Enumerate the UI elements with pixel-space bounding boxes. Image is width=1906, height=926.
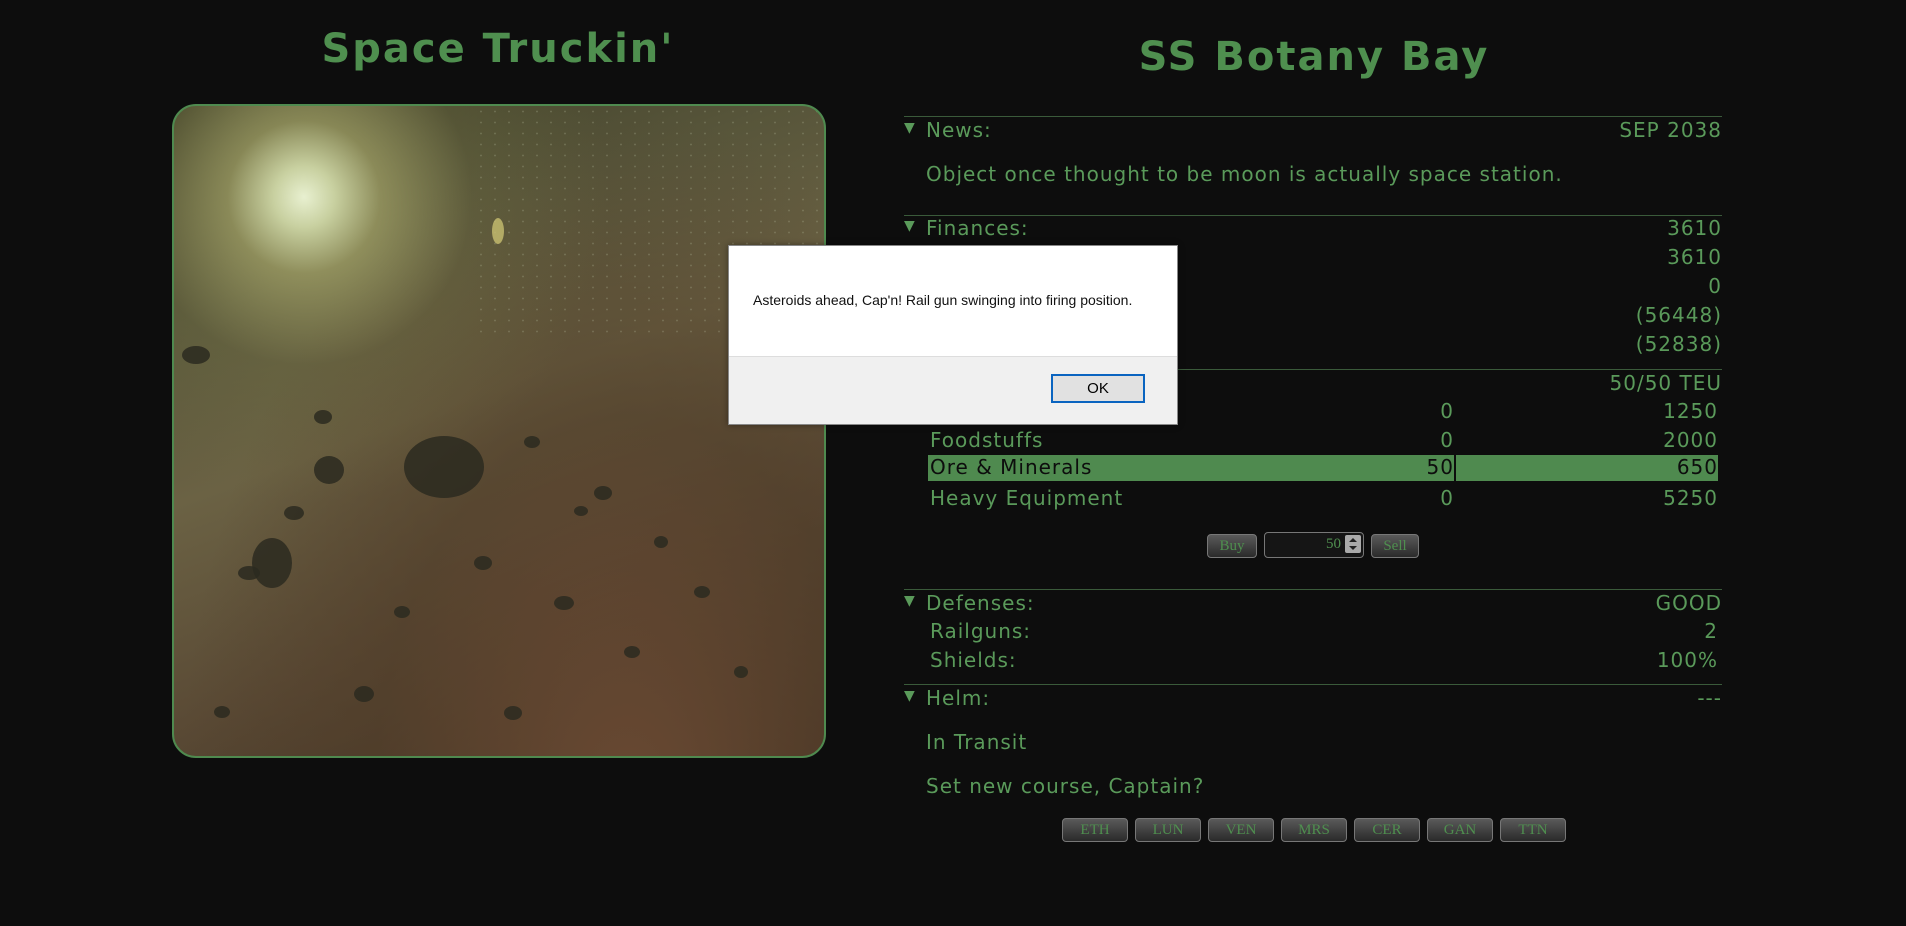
shields-value: 100% bbox=[1656, 648, 1718, 672]
space-scene-image bbox=[172, 104, 826, 758]
spinner-arrows-icon[interactable] bbox=[1345, 535, 1361, 553]
defenses-status: GOOD bbox=[1655, 591, 1722, 615]
news-label: News: bbox=[926, 118, 992, 142]
destination-button-ven[interactable]: VEN bbox=[1208, 818, 1274, 842]
ok-button[interactable]: OK bbox=[1051, 374, 1145, 403]
triangle-down-icon: ▼ bbox=[904, 218, 916, 234]
asteroid bbox=[474, 556, 492, 570]
divider bbox=[904, 589, 1722, 590]
destination-button-gan[interactable]: GAN bbox=[1427, 818, 1493, 842]
asteroid bbox=[624, 646, 640, 658]
destination-button-cer[interactable]: CER bbox=[1354, 818, 1420, 842]
destination-button-eth[interactable]: ETH bbox=[1062, 818, 1128, 842]
cargo-held: 0 bbox=[1440, 486, 1454, 510]
asteroid bbox=[504, 706, 522, 720]
helm-status: In Transit bbox=[926, 730, 1028, 754]
cargo-name: Heavy Equipment bbox=[930, 486, 1124, 510]
sell-button[interactable]: Sell bbox=[1371, 534, 1419, 558]
alert-message: Asteroids ahead, Cap'n! Rail gun swingin… bbox=[753, 292, 1133, 308]
helm-prompt: Set new course, Captain? bbox=[926, 774, 1205, 798]
divider bbox=[904, 116, 1722, 117]
finances-header[interactable]: ▼ Finances: 3610 bbox=[904, 216, 1722, 242]
cargo-row[interactable]: Foodstuffs 0 2000 bbox=[928, 428, 1718, 454]
triangle-down-icon: ▼ bbox=[904, 120, 916, 136]
quantity-stepper[interactable]: 50 bbox=[1264, 532, 1364, 558]
cargo-held: 0 bbox=[1440, 399, 1454, 423]
finance-value: (52838) bbox=[1635, 332, 1722, 356]
asteroid bbox=[354, 686, 374, 702]
asteroid bbox=[694, 586, 710, 598]
asteroid bbox=[524, 436, 540, 448]
cargo-row-selected[interactable]: Ore & Minerals 50 650 bbox=[928, 455, 1718, 481]
divider bbox=[904, 684, 1722, 685]
shields-label: Shields: bbox=[930, 648, 1017, 672]
railguns-row: Railguns: 2 bbox=[928, 619, 1718, 645]
asteroid bbox=[394, 606, 410, 618]
defenses-header[interactable]: ▼ Defenses: GOOD bbox=[904, 591, 1722, 617]
asteroid bbox=[574, 506, 588, 516]
cargo-price: 2000 bbox=[1663, 428, 1718, 452]
asteroid bbox=[252, 538, 292, 588]
news-header[interactable]: ▼ News: SEP 2038 bbox=[904, 118, 1722, 144]
shields-row: Shields: 100% bbox=[928, 648, 1718, 674]
asteroid bbox=[404, 436, 484, 498]
quantity-value: 50 bbox=[1326, 536, 1341, 552]
helm-label: Helm: bbox=[926, 686, 991, 710]
asteroid bbox=[284, 506, 304, 520]
finances-label: Finances: bbox=[926, 216, 1029, 240]
news-date: SEP 2038 bbox=[1619, 118, 1722, 142]
cargo-price: 1250 bbox=[1663, 399, 1718, 423]
asteroid bbox=[314, 410, 332, 424]
asteroid bbox=[182, 346, 210, 364]
asteroid bbox=[734, 666, 748, 678]
cargo-name: Foodstuffs bbox=[930, 428, 1044, 452]
cargo-row[interactable]: Heavy Equipment 0 5250 bbox=[928, 486, 1718, 512]
defenses-label: Defenses: bbox=[926, 591, 1035, 615]
railguns-label: Railguns: bbox=[930, 619, 1032, 643]
helm-value: --- bbox=[1697, 686, 1722, 710]
railguns-value: 2 bbox=[1704, 619, 1718, 643]
buy-button[interactable]: Buy bbox=[1207, 534, 1257, 558]
asteroid bbox=[238, 566, 260, 580]
finance-value: (56448) bbox=[1635, 303, 1722, 327]
cargo-price: 5250 bbox=[1663, 486, 1718, 510]
asteroid bbox=[314, 456, 344, 484]
asteroid bbox=[654, 536, 668, 548]
asteroid bbox=[214, 706, 230, 718]
alert-dialog: Asteroids ahead, Cap'n! Rail gun swingin… bbox=[728, 245, 1178, 425]
cargo-name: Ore & Minerals bbox=[928, 455, 1190, 481]
triangle-down-icon: ▼ bbox=[904, 593, 916, 609]
ship-name: SS Botany Bay bbox=[1138, 34, 1490, 80]
cargo-capacity: 50/50 TEU bbox=[1609, 371, 1722, 395]
cargo-held: 50 bbox=[1190, 455, 1454, 481]
cargo-held: 0 bbox=[1440, 428, 1454, 452]
news-headline: Object once thought to be moon is actual… bbox=[926, 162, 1563, 186]
finances-total: 3610 bbox=[1667, 216, 1722, 240]
triangle-down-icon: ▼ bbox=[904, 688, 916, 704]
asteroid bbox=[554, 596, 574, 610]
finance-value: 0 bbox=[1708, 274, 1722, 298]
destination-button-mrs[interactable]: MRS bbox=[1281, 818, 1347, 842]
finance-value: 3610 bbox=[1667, 245, 1722, 269]
helm-header[interactable]: ▼ Helm: --- bbox=[904, 686, 1722, 712]
cargo-price: 650 bbox=[1456, 455, 1718, 481]
asteroid bbox=[594, 486, 612, 500]
moon bbox=[492, 218, 504, 244]
alert-footer: OK bbox=[729, 356, 1177, 424]
destination-button-lun[interactable]: LUN bbox=[1135, 818, 1201, 842]
game-title: Space Truckin' bbox=[321, 26, 675, 72]
destination-button-ttn[interactable]: TTN bbox=[1500, 818, 1566, 842]
